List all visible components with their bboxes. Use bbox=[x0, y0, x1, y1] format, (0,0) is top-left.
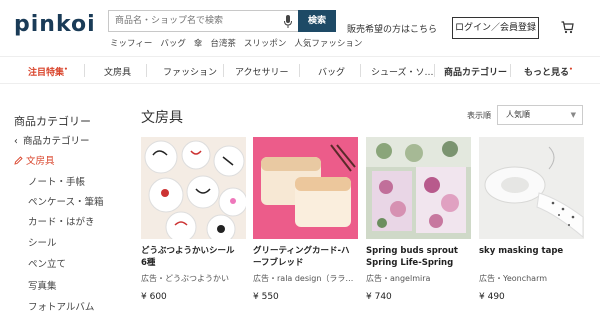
sidebar-title: 商品カテゴリー bbox=[14, 115, 91, 128]
product-name[interactable]: Spring buds sprout Spring Life-Spring th… bbox=[366, 245, 471, 269]
nav-item-featured[interactable]: 注目特集• bbox=[28, 65, 68, 78]
sidebar-sub-item[interactable]: ペンケース・筆箱 bbox=[28, 194, 104, 208]
sidebar-sub-item[interactable]: 写真集 bbox=[28, 278, 57, 292]
chevron-down-icon: ▼ bbox=[570, 111, 576, 119]
sidebar-sub-item[interactable]: フォトアルバム bbox=[28, 299, 94, 313]
page-title: 文房具 bbox=[141, 110, 183, 126]
hot-tag[interactable]: 傘 bbox=[194, 39, 203, 49]
hot-tag[interactable]: 台湾茶 bbox=[210, 39, 236, 49]
product-price: ¥ 740 bbox=[366, 292, 392, 302]
sidebar-back-link[interactable]: ‹ 商品カテゴリー bbox=[14, 133, 90, 147]
hot-tag[interactable]: 人気ファッション bbox=[294, 39, 362, 49]
sidebar-sub-item[interactable]: ノート・手帳 bbox=[28, 174, 85, 188]
sidebar-sub-item[interactable]: ペン立て bbox=[28, 256, 66, 270]
search-box: 検索 bbox=[108, 10, 336, 32]
product-price: ¥ 490 bbox=[479, 292, 505, 302]
nav-divider bbox=[223, 64, 224, 77]
product-shop[interactable]: 広告・どうぶつようかい bbox=[141, 273, 246, 284]
nav-item-bag[interactable]: バッグ bbox=[318, 65, 345, 78]
sort-select[interactable]: 人気順 ▼ bbox=[497, 105, 583, 125]
nav-divider bbox=[434, 64, 435, 77]
sidebar-item-stationery[interactable]: 文房具 bbox=[14, 153, 55, 167]
product-name[interactable]: グリーティングカード-ハーフブレッド bbox=[253, 245, 358, 269]
nav-item-categories[interactable]: 商品カテゴリー bbox=[444, 65, 507, 78]
product-image[interactable] bbox=[479, 137, 584, 239]
hot-tags: ミッフィー バッグ傘台湾茶 スリッポン 人気ファッション bbox=[110, 37, 370, 49]
nav-divider bbox=[146, 64, 147, 77]
cart-icon[interactable] bbox=[561, 21, 574, 34]
product-image[interactable] bbox=[141, 137, 246, 239]
nav-divider bbox=[84, 64, 85, 77]
nav-divider bbox=[299, 64, 300, 77]
nav-item-shoes[interactable]: シューズ・ソ… bbox=[371, 65, 434, 78]
sidebar-sub-item[interactable]: カード・はがき bbox=[28, 214, 95, 228]
sort-label: 表示順 bbox=[467, 111, 491, 120]
product-price: ¥ 600 bbox=[141, 292, 167, 302]
product-card[interactable]: sky masking tape 広告・Yeoncharm ¥ 490 bbox=[479, 137, 584, 302]
product-shop[interactable]: 広告・angelmira bbox=[366, 273, 471, 284]
nav-item-accessory[interactable]: アクセサリー bbox=[235, 65, 289, 78]
product-shop[interactable]: 広告・rala design（ララ… bbox=[253, 273, 358, 284]
product-image[interactable] bbox=[253, 137, 358, 239]
product-card[interactable]: Spring buds sprout Spring Life-Spring th… bbox=[366, 137, 471, 302]
pencil-icon bbox=[14, 156, 23, 165]
login-button[interactable]: ログイン／会員登録 bbox=[452, 17, 539, 39]
product-name[interactable]: sky masking tape bbox=[479, 245, 584, 269]
hot-tag[interactable]: ミッフィー bbox=[110, 39, 152, 49]
mic-icon[interactable] bbox=[283, 15, 293, 29]
nav-item-more[interactable]: もっと見る• bbox=[524, 65, 573, 78]
product-shop[interactable]: 広告・Yeoncharm bbox=[479, 273, 584, 284]
seller-link[interactable]: 販売希望の方はこちら bbox=[347, 22, 437, 35]
product-image[interactable] bbox=[366, 137, 471, 239]
pinkoi-logo[interactable]: pinkoi bbox=[14, 12, 96, 37]
nav-divider bbox=[510, 64, 511, 77]
hot-tag[interactable]: バッグ bbox=[160, 39, 186, 49]
product-card[interactable]: どうぶつようかいシール 6種 広告・どうぶつようかい ¥ 600 bbox=[141, 137, 246, 302]
nav-item-stationery[interactable]: 文房具 bbox=[104, 65, 131, 78]
product-card[interactable]: グリーティングカード-ハーフブレッド 広告・rala design（ララ… ¥ … bbox=[253, 137, 358, 302]
nav-divider bbox=[360, 64, 361, 77]
sidebar-sub-item[interactable]: シール bbox=[28, 235, 57, 249]
nav-item-fashion[interactable]: ファッション bbox=[163, 65, 217, 78]
product-name[interactable]: どうぶつようかいシール 6種 bbox=[141, 245, 246, 269]
search-button[interactable]: 検索 bbox=[298, 10, 336, 32]
category-nav: 注目特集• 文房具 ファッション アクセサリー バッグ シューズ・ソ… 商品カテ… bbox=[0, 56, 600, 84]
product-price: ¥ 550 bbox=[253, 292, 279, 302]
hot-tag[interactable]: スリッポン bbox=[244, 39, 287, 49]
chevron-left-icon: ‹ bbox=[14, 136, 18, 147]
search-input[interactable] bbox=[115, 13, 275, 29]
